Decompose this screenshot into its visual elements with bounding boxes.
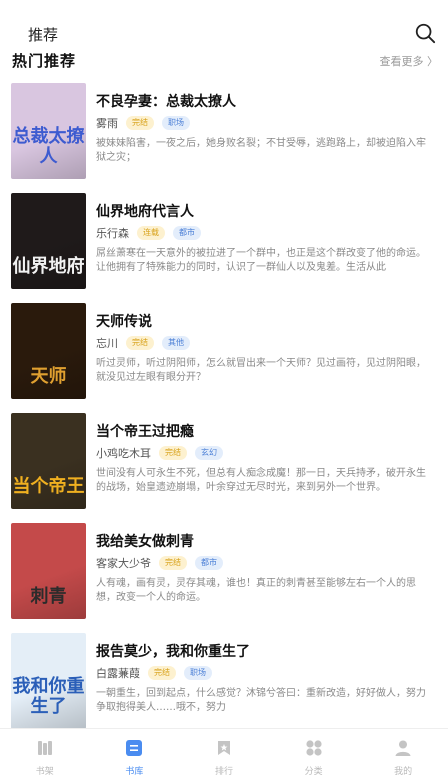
book-title[interactable]: 天师传说 bbox=[96, 311, 152, 331]
book-author: 小鸡吃木耳 bbox=[96, 447, 151, 460]
bottom-tab-bar: 书架 书库 排行 分类 我的 bbox=[0, 728, 448, 780]
cover-title: 仙界地府 bbox=[12, 256, 85, 277]
book-description: 一朝重生，回到起点，什么感觉？沐锦兮答曰：重新改造，好好做人，努力争取抱得美人…… bbox=[96, 688, 426, 713]
status-tag: 完结 bbox=[126, 336, 154, 350]
book-meta: 忘川 完结 其他 bbox=[96, 334, 198, 352]
status-tag: 完结 bbox=[126, 116, 154, 130]
library-icon bbox=[126, 740, 143, 756]
book-cover[interactable]: 刺青 bbox=[11, 523, 86, 619]
tab-ranking[interactable]: 排行 bbox=[179, 729, 269, 780]
search-icon[interactable] bbox=[414, 22, 436, 44]
top-bar: 推荐 bbox=[0, 0, 448, 46]
book-title[interactable]: 仙界地府代言人 bbox=[96, 201, 194, 221]
tab-label: 书架 bbox=[35, 767, 54, 777]
cover-title: 我和你重生了 bbox=[12, 676, 85, 717]
book-title[interactable]: 报告莫少，我和你重生了 bbox=[96, 641, 250, 661]
genre-tag: 都市 bbox=[173, 226, 201, 240]
status-tag: 完结 bbox=[159, 556, 187, 570]
page-title: 推荐 bbox=[28, 26, 59, 44]
tab-library[interactable]: 书库 bbox=[90, 729, 180, 780]
book-meta: 客家大少爷 完结 都市 bbox=[96, 554, 231, 572]
tab-label: 分类 bbox=[304, 767, 323, 777]
book-item[interactable]: 仙界地府 仙界地府代言人 乐行森 连载 都市 屌丝萧寒在一天意外的被拉进了一个群… bbox=[0, 190, 448, 300]
tab-profile[interactable]: 我的 bbox=[358, 729, 448, 780]
section-header: 热门推荐 查看更多 〉 bbox=[0, 46, 448, 74]
genre-tag: 玄幻 bbox=[195, 446, 223, 460]
genre-tag: 都市 bbox=[195, 556, 223, 570]
book-meta: 雾雨 完结 职场 bbox=[96, 114, 198, 132]
book-author: 忘川 bbox=[96, 337, 118, 350]
book-meta: 小鸡吃木耳 完结 玄幻 bbox=[96, 444, 231, 462]
book-description: 听过灵师，听过阴阳师，怎么就冒出来一个天师？见过画符，见过阴阳眼，就没见过左眼有… bbox=[96, 358, 426, 383]
book-cover[interactable]: 天师 bbox=[11, 303, 86, 399]
genre-tag: 职场 bbox=[162, 116, 190, 130]
section-title: 热门推荐 bbox=[12, 52, 77, 70]
book-author: 白露蒹葭 bbox=[96, 667, 140, 680]
book-item[interactable]: 刺青 我给美女做刺青 客家大少爷 完结 都市 人有魂，画有灵，灵存其魂，谁也！真… bbox=[0, 520, 448, 630]
book-description: 被妹妹陷害，一夜之后，她身败名裂；不甘受辱，逃跑路上，却被迫陷入牢狱之灾； bbox=[96, 138, 426, 163]
book-description: 世间没有人可永生不死，但总有人痴念成魔！那一日，天兵持矛，破开永生的战场，始皇遗… bbox=[96, 468, 426, 493]
status-tag: 连载 bbox=[137, 226, 165, 240]
ranking-icon bbox=[217, 741, 230, 755]
book-item[interactable]: 我和你重生了 报告莫少，我和你重生了 白露蒹葭 完结 职场 一朝重生，回到起点，… bbox=[0, 630, 448, 740]
book-meta: 乐行森 连载 都市 bbox=[96, 224, 209, 242]
book-meta: 白露蒹葭 完结 职场 bbox=[96, 664, 220, 682]
book-author: 乐行森 bbox=[96, 227, 129, 240]
cover-title: 当个帝王 bbox=[12, 476, 85, 497]
tab-label: 排行 bbox=[214, 767, 233, 777]
cover-title: 总裁太撩人 bbox=[12, 126, 85, 167]
tab-category[interactable]: 分类 bbox=[269, 729, 359, 780]
book-item[interactable]: 天师 天师传说 忘川 完结 其他 听过灵师，听过阴阳师，怎么就冒出来一个天师？见… bbox=[0, 300, 448, 410]
book-title[interactable]: 我给美女做刺青 bbox=[96, 531, 194, 551]
book-description: 人有魂，画有灵，灵存其魂，谁也！真正的刺青甚至能够左右一个人的思想，改变一个人的… bbox=[96, 578, 416, 603]
bookshelf-icon bbox=[37, 741, 52, 755]
genre-tag: 其他 bbox=[162, 336, 190, 350]
tab-bookshelf[interactable]: 书架 bbox=[0, 729, 90, 780]
tab-label: 书库 bbox=[125, 767, 144, 777]
book-author: 客家大少爷 bbox=[96, 557, 151, 570]
tab-label: 我的 bbox=[394, 767, 413, 777]
book-cover[interactable]: 我和你重生了 bbox=[11, 633, 86, 729]
book-title[interactable]: 当个帝王过把瘾 bbox=[96, 421, 194, 441]
book-item[interactable]: 当个帝王 当个帝王过把瘾 小鸡吃木耳 完结 玄幻 世间没有人可永生不死，但总有人… bbox=[0, 410, 448, 520]
book-cover[interactable]: 总裁太撩人 bbox=[11, 83, 86, 179]
profile-icon bbox=[395, 740, 411, 756]
status-tag: 完结 bbox=[148, 666, 176, 680]
book-title[interactable]: 不良孕妻：总裁太撩人 bbox=[96, 91, 236, 111]
genre-tag: 职场 bbox=[184, 666, 212, 680]
view-more-link[interactable]: 查看更多 〉 bbox=[380, 53, 439, 69]
category-icon bbox=[305, 740, 322, 756]
book-description: 屌丝萧寒在一天意外的被拉进了一个群中，也正是这个群改变了他的命运。让他拥有了特殊… bbox=[96, 248, 426, 273]
book-cover[interactable]: 仙界地府 bbox=[11, 193, 86, 289]
book-author: 雾雨 bbox=[96, 117, 118, 130]
status-tag: 完结 bbox=[159, 446, 187, 460]
cover-title: 天师 bbox=[30, 366, 67, 387]
cover-title: 刺青 bbox=[30, 586, 67, 607]
book-cover[interactable]: 当个帝王 bbox=[11, 413, 86, 509]
book-list: 总裁太撩人 不良孕妻：总裁太撩人 雾雨 完结 职场 被妹妹陷害，一夜之后，她身败… bbox=[0, 80, 448, 740]
book-item[interactable]: 总裁太撩人 不良孕妻：总裁太撩人 雾雨 完结 职场 被妹妹陷害，一夜之后，她身败… bbox=[0, 80, 448, 190]
